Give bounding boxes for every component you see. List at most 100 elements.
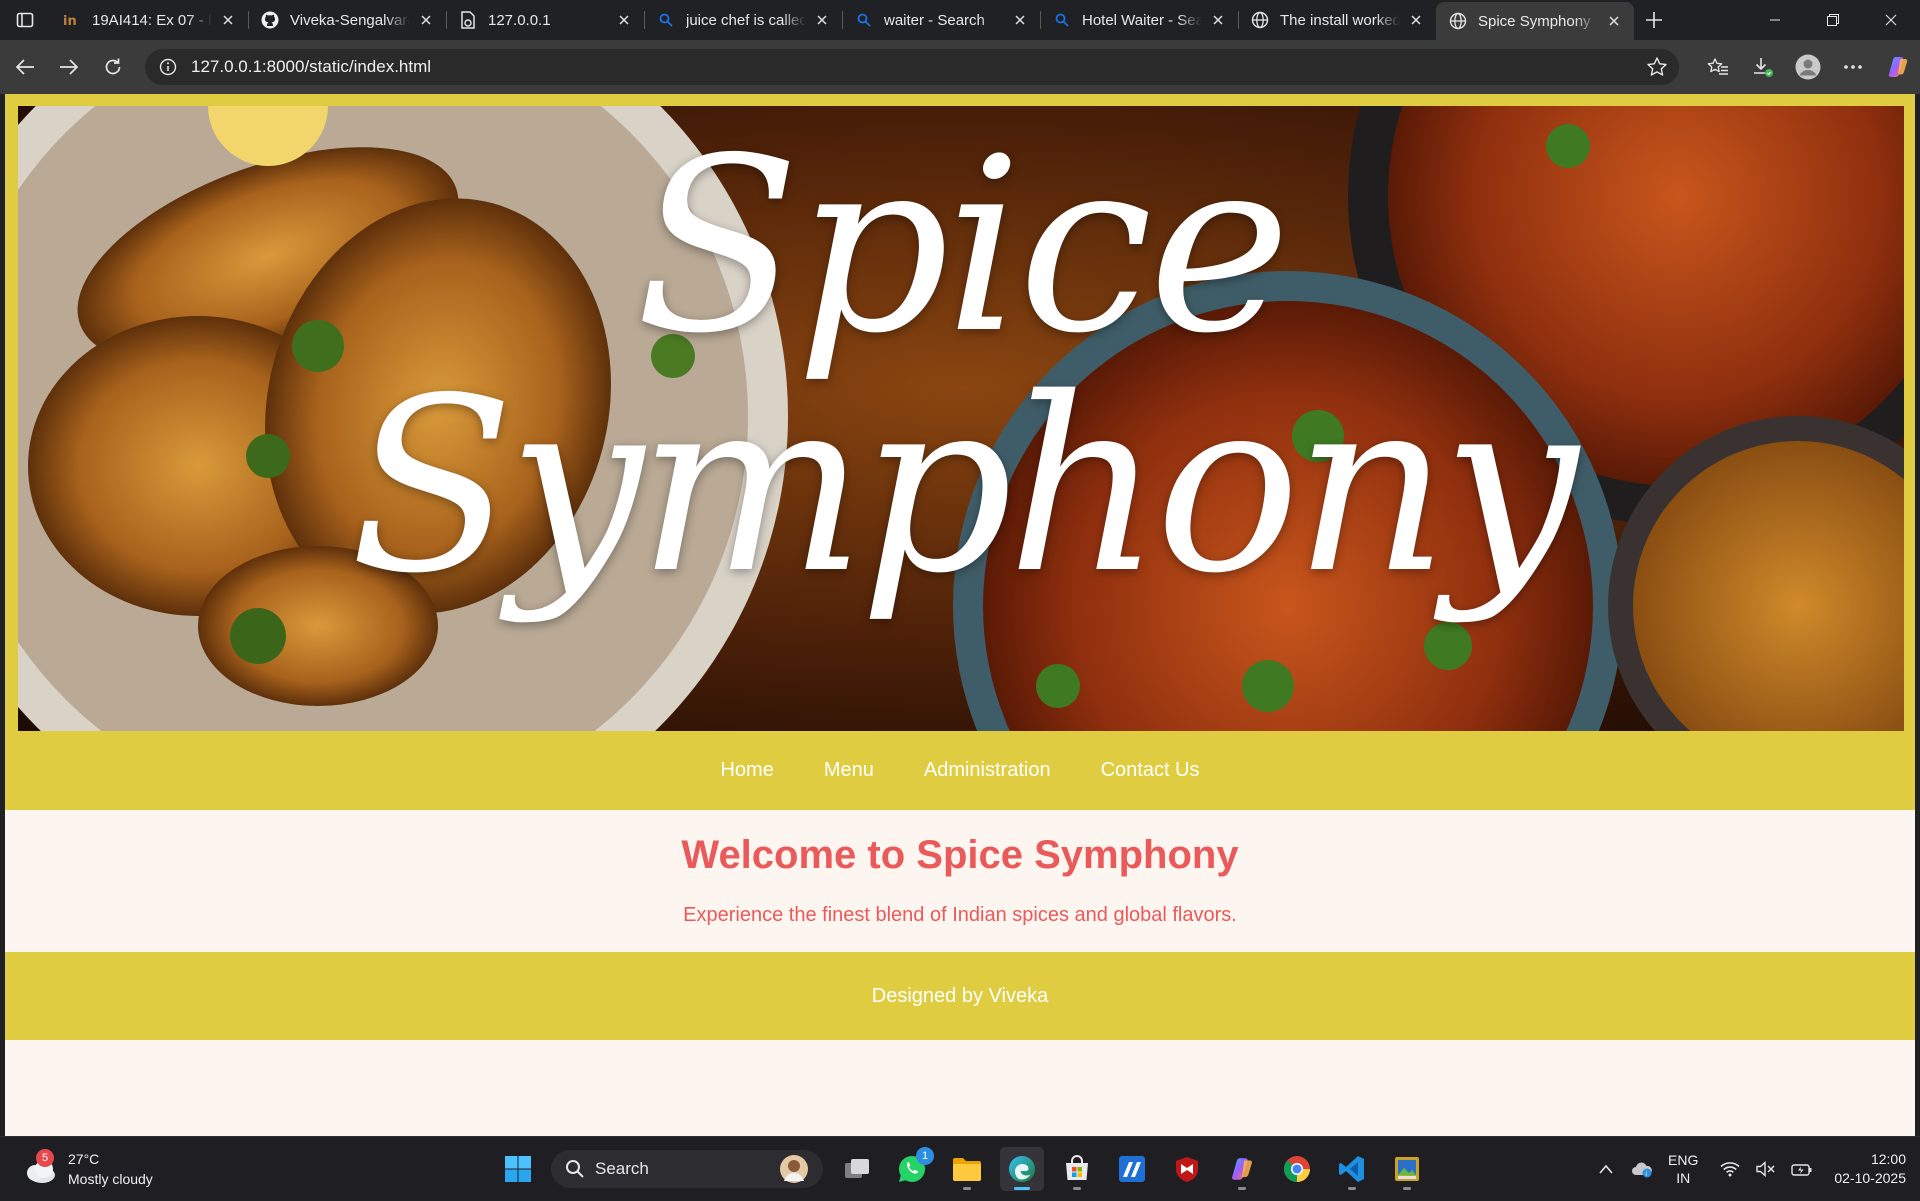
automate-icon	[1119, 1156, 1145, 1182]
minimize-button[interactable]	[1746, 0, 1804, 40]
refresh-button[interactable]	[91, 47, 135, 87]
clock-time: 12:00	[1870, 1151, 1906, 1167]
close-icon[interactable]	[1208, 10, 1228, 30]
running-indicator	[1348, 1187, 1356, 1190]
weather-temp: 27°C	[68, 1151, 100, 1167]
edge-icon	[1009, 1156, 1035, 1182]
copilot-icon	[1888, 57, 1908, 77]
svg-text:in: in	[63, 14, 77, 27]
tab-juice-chef[interactable]: juice chef is called	[644, 0, 842, 40]
battery-button[interactable]	[1784, 1149, 1820, 1189]
forward-button[interactable]	[47, 47, 91, 87]
site-logo-icon: in	[62, 10, 82, 30]
chrome-icon	[1283, 1156, 1310, 1183]
profile-button[interactable]	[1786, 47, 1830, 87]
copilot-icon	[1232, 1158, 1252, 1180]
volume-button[interactable]	[1748, 1149, 1784, 1189]
tab-localhost[interactable]: 127.0.0.1	[446, 0, 644, 40]
nav-link-contact-us[interactable]: Contact Us	[1101, 759, 1200, 782]
tab-title: The install worked	[1280, 11, 1400, 29]
wifi-button[interactable]	[1712, 1149, 1748, 1189]
tab-github[interactable]: Viveka-Sengalvaraya	[248, 0, 446, 40]
show-hidden-icons-button[interactable]	[1588, 1149, 1624, 1189]
folder-icon	[953, 1158, 981, 1181]
close-icon[interactable]	[1604, 11, 1624, 31]
search-highlight-icon	[780, 1155, 808, 1183]
nav-link-home[interactable]: Home	[720, 759, 773, 782]
close-icon[interactable]	[416, 10, 436, 30]
svg-text:i: i	[1645, 1170, 1647, 1178]
onedrive-button[interactable]: i	[1624, 1149, 1660, 1189]
region-code: IN	[1676, 1170, 1691, 1186]
address-bar[interactable]: 127.0.0.1:8000/static/index.html	[145, 49, 1679, 85]
nav-link-menu[interactable]: Menu	[824, 759, 874, 782]
microsoft-store-app[interactable]	[1055, 1147, 1099, 1191]
cloud-icon: 5	[20, 1149, 60, 1189]
file-explorer-app[interactable]	[945, 1147, 989, 1191]
system-tray: i ENG IN 12:00 02-10-2025	[1588, 1137, 1920, 1201]
hero-banner: Spice Symphony	[18, 106, 1904, 731]
tab-title: 127.0.0.1	[488, 11, 551, 29]
hero-title: Spice Symphony	[18, 106, 1904, 731]
new-tab-button[interactable]	[1634, 0, 1674, 40]
close-icon[interactable]	[1010, 10, 1030, 30]
download-icon	[1754, 58, 1773, 77]
back-button[interactable]	[3, 47, 47, 87]
restore-button[interactable]	[1804, 0, 1862, 40]
downloads-button[interactable]	[1741, 47, 1785, 87]
tab-title: waiter - Search	[884, 11, 985, 29]
tab-actions-icon[interactable]	[0, 0, 50, 40]
close-icon[interactable]	[812, 10, 832, 30]
running-indicator	[1073, 1187, 1081, 1190]
running-indicator	[1238, 1187, 1246, 1190]
input-language-indicator[interactable]: ENG IN	[1668, 1151, 1698, 1187]
taskbar-apps: Search 1	[496, 1145, 1440, 1193]
vscode-app[interactable]	[1330, 1147, 1374, 1191]
close-window-button[interactable]	[1862, 0, 1920, 40]
tab-waiter-search[interactable]: waiter - Search	[842, 0, 1040, 40]
refresh-icon	[105, 58, 121, 75]
chevron-up-icon	[1599, 1164, 1613, 1174]
search-icon	[566, 1160, 584, 1178]
close-icon	[1885, 14, 1897, 26]
footer-credit: Designed by Viveka	[871, 984, 1049, 1007]
chrome-app[interactable]	[1275, 1147, 1319, 1191]
language-code: ENG	[1668, 1152, 1699, 1168]
copilot-button[interactable]	[1876, 47, 1920, 87]
copilot-app[interactable]	[1220, 1147, 1264, 1191]
clock[interactable]: 12:00 02-10-2025	[1834, 1150, 1906, 1188]
tab-course[interactable]: in 19AI414: Ex 07 - Re	[50, 0, 248, 40]
close-icon[interactable]	[218, 10, 238, 30]
whatsapp-app[interactable]: 1	[890, 1147, 934, 1191]
running-indicator	[963, 1187, 971, 1190]
taskbar-search[interactable]: Search	[551, 1150, 823, 1188]
browser-toolbar: 127.0.0.1:8000/static/index.html	[0, 40, 1920, 94]
mcafee-app[interactable]	[1165, 1147, 1209, 1191]
wifi-icon	[1720, 1162, 1740, 1177]
restore-icon	[1827, 14, 1839, 26]
tab-spice-symphony[interactable]: Spice Symphony	[1436, 2, 1634, 40]
power-automate-app[interactable]	[1110, 1147, 1154, 1191]
more-options-button[interactable]	[1831, 47, 1875, 87]
volume-muted-icon	[1756, 1161, 1775, 1177]
nav-link-administration[interactable]: Administration	[924, 759, 1051, 782]
vscode-icon	[1339, 1156, 1364, 1182]
search-icon	[1052, 10, 1072, 30]
tab-install-worked[interactable]: The install worked	[1238, 0, 1436, 40]
tab-hotel-waiter[interactable]: Hotel Waiter - Search	[1040, 0, 1238, 40]
close-icon[interactable]	[1406, 10, 1426, 30]
site-nav: Home Menu Administration Contact Us	[5, 731, 1915, 810]
favorites-button[interactable]	[1696, 47, 1740, 87]
edge-app[interactable]	[1000, 1147, 1044, 1191]
start-button[interactable]	[496, 1147, 540, 1191]
site-info-icon[interactable]	[149, 49, 187, 85]
favorite-star-icon[interactable]	[1645, 55, 1669, 79]
url-text[interactable]: 127.0.0.1:8000/static/index.html	[191, 57, 431, 77]
image-viewer-app[interactable]	[1385, 1147, 1429, 1191]
close-icon[interactable]	[614, 10, 634, 30]
weather-badge: 5	[36, 1149, 54, 1167]
task-view-button[interactable]	[835, 1147, 879, 1191]
globe-icon	[1250, 10, 1270, 30]
weather-widget[interactable]: 5 27°C Mostly cloudy	[20, 1145, 180, 1193]
search-icon	[854, 10, 874, 30]
